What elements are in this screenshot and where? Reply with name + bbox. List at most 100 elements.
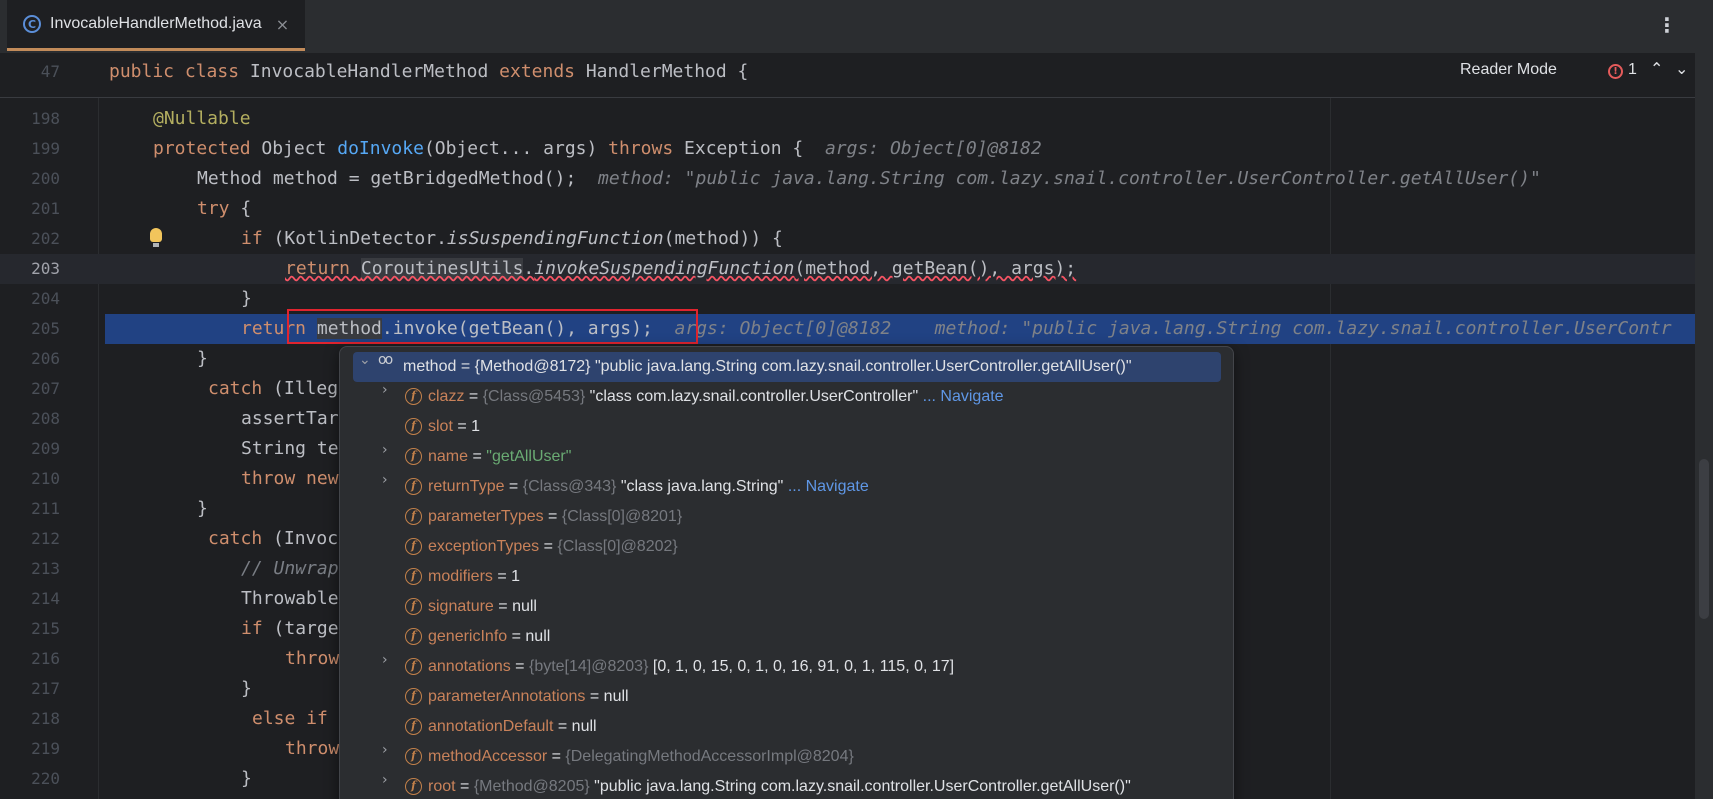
next-error-icon[interactable]: ⌄ bbox=[1675, 59, 1688, 78]
variable-tree-root[interactable]: ⌄ oo method = {Method@8172} "public java… bbox=[353, 352, 1221, 382]
watch-glasses-icon: oo bbox=[378, 352, 393, 368]
field-name: genericInfo bbox=[428, 628, 508, 645]
code-line: 201 try { bbox=[31, 198, 252, 219]
inline-debug-value: method: "public java.lang.String com.laz… bbox=[934, 318, 1672, 339]
field-value: "public java.lang.String com.lazy.snail.… bbox=[594, 778, 1131, 795]
field-name: clazz bbox=[428, 388, 465, 405]
variable-tree-node[interactable]: › f clazz = {Class@5453} "class com.lazy.s… bbox=[340, 382, 1233, 412]
class-c-icon: C bbox=[23, 15, 41, 33]
code-line: 202 if (KotlinDetector.isSuspendingFunct… bbox=[31, 228, 783, 249]
close-icon[interactable]: × bbox=[276, 15, 289, 34]
field-icon: f bbox=[405, 478, 422, 495]
vertical-scrollbar[interactable] bbox=[1695, 53, 1713, 799]
field-reference: {Class[0]@8202} bbox=[557, 538, 678, 555]
variable-tree-node[interactable]: f parameterAnnotations = null bbox=[340, 682, 1233, 712]
sticky-class-header[interactable]: 47 public class InvocableHandlerMethod e… bbox=[0, 53, 1695, 98]
chevron-right-icon[interactable]: › bbox=[382, 742, 388, 758]
field-icon: f bbox=[405, 658, 422, 675]
error-icon[interactable]: ! bbox=[1608, 64, 1623, 79]
field-reference: {Class[0]@8201} bbox=[561, 508, 683, 525]
field-name: exceptionTypes bbox=[428, 538, 540, 555]
field-icon: f bbox=[405, 448, 422, 465]
lightbulb-icon[interactable] bbox=[150, 228, 162, 247]
code-line: 200 Method method = getBridgedMethod(); … bbox=[31, 168, 1541, 189]
inline-debug-value: method: "public java.lang.String com.laz… bbox=[597, 168, 1541, 189]
field-icon: f bbox=[405, 508, 422, 525]
field-icon: f bbox=[405, 718, 422, 735]
editor-tab-bar: C InvocableHandlerMethod.java × ⋮ bbox=[0, 0, 1713, 54]
field-reference: {byte[14]@8203} bbox=[528, 658, 649, 675]
field-name: modifiers bbox=[428, 568, 493, 585]
field-value: [0, 1, 0, 15, 0, 1, 0, 16, 91, 0, 1, 115… bbox=[652, 658, 955, 675]
field-icon: f bbox=[405, 778, 422, 795]
chevron-down-icon[interactable]: ⌄ bbox=[359, 352, 371, 368]
variable-tree-node[interactable]: f annotationDefault = null bbox=[340, 712, 1233, 742]
inline-debug-value: args: Object[0]@8182 bbox=[674, 318, 892, 339]
field-value: 1 bbox=[471, 418, 481, 435]
field-name: annotationDefault bbox=[428, 718, 554, 735]
chevron-right-icon[interactable]: › bbox=[382, 442, 388, 458]
previous-error-icon[interactable]: ⌃ bbox=[1650, 59, 1663, 78]
field-value: null bbox=[512, 598, 537, 615]
code-line: 198 @Nullable bbox=[31, 108, 251, 129]
field-icon: f bbox=[405, 538, 422, 555]
field-name: signature bbox=[428, 598, 494, 615]
variable-tree-node[interactable]: f slot = 1 bbox=[340, 412, 1233, 442]
field-icon: f bbox=[405, 388, 422, 405]
field-value: "class com.lazy.snail.controller.UserCon… bbox=[589, 388, 919, 405]
variable-tree-node[interactable]: f parameterTypes = {Class[0]@8201} bbox=[340, 502, 1233, 532]
file-tab[interactable]: C InvocableHandlerMethod.java × bbox=[7, 0, 305, 51]
chevron-right-icon[interactable]: › bbox=[382, 382, 388, 398]
variable-tree-node[interactable]: f modifiers = 1 bbox=[340, 562, 1233, 592]
chevron-right-icon[interactable]: › bbox=[382, 772, 388, 788]
field-value: null bbox=[571, 718, 597, 735]
variable-tree-node[interactable]: f genericInfo = null bbox=[340, 622, 1233, 652]
field-name: slot bbox=[428, 418, 453, 435]
variable-tree-node[interactable]: › f annotations = {byte[14]@8203} [0, 1, 0… bbox=[340, 652, 1233, 682]
field-icon: f bbox=[405, 598, 422, 615]
error-count[interactable]: 1 bbox=[1628, 61, 1637, 79]
field-reference: {Class@5453} bbox=[482, 388, 586, 405]
field-value: "getAllUser" bbox=[486, 448, 572, 465]
field-name: annotations bbox=[428, 658, 511, 675]
field-value: 1 bbox=[511, 568, 521, 585]
field-reference: {DelegatingMethodAccessorImpl@8204} bbox=[565, 748, 854, 765]
field-icon: f bbox=[405, 688, 422, 705]
more-options-icon[interactable]: ⋮ bbox=[1657, 13, 1677, 37]
field-icon: f bbox=[405, 628, 422, 645]
field-name: parameterTypes bbox=[428, 508, 544, 525]
variable-tree-node[interactable]: › f name = "getAllUser" bbox=[340, 442, 1233, 472]
variable-tree-node[interactable]: f signature = null bbox=[340, 592, 1233, 622]
field-name: methodAccessor bbox=[428, 748, 548, 765]
debug-value-popup[interactable]: ⌄ oo method = {Method@8172} "public java… bbox=[339, 346, 1234, 799]
code-line: 204 } bbox=[31, 288, 252, 309]
field-icon: f bbox=[405, 748, 422, 765]
variable-tree-node[interactable]: f exceptionTypes = {Class[0]@8202} bbox=[340, 532, 1233, 562]
field-reference: {Class@343} bbox=[522, 478, 617, 495]
field-name: root bbox=[428, 778, 456, 795]
chevron-right-icon[interactable]: › bbox=[382, 472, 388, 488]
code-editor[interactable]: 47 public class InvocableHandlerMethod e… bbox=[0, 53, 1695, 799]
field-name: returnType bbox=[428, 478, 505, 495]
variable-tree-node[interactable]: › f root = {Method@8205} "public java.lang… bbox=[340, 772, 1233, 799]
navigate-link[interactable]: ... Navigate bbox=[923, 388, 1004, 405]
reader-mode-button[interactable]: Reader Mode bbox=[1460, 61, 1557, 79]
variable-tree-node[interactable]: › f methodAccessor = {DelegatingMethodAcce… bbox=[340, 742, 1233, 772]
code-line: 199 protected Object doInvoke(Object... … bbox=[31, 138, 1042, 159]
sticky-code: public class InvocableHandlerMethod exte… bbox=[109, 61, 749, 82]
current-line: 203 return CoroutinesUtils.invokeSuspend… bbox=[0, 254, 1695, 284]
execution-line: 205 return method.invoke(getBean(), args… bbox=[31, 314, 1695, 344]
field-name: name bbox=[428, 448, 469, 465]
scrollbar-thumb[interactable] bbox=[1699, 459, 1709, 619]
field-value: "class java.lang.String" bbox=[620, 478, 784, 495]
file-tab-label: InvocableHandlerMethod.java bbox=[50, 15, 262, 32]
navigate-link[interactable]: ... Navigate bbox=[788, 478, 869, 495]
field-icon: f bbox=[405, 568, 422, 585]
inline-debug-value: args: Object[0]@8182 bbox=[824, 138, 1042, 159]
line-number: 47 bbox=[40, 62, 60, 81]
field-icon: f bbox=[405, 418, 422, 435]
field-value: null bbox=[603, 688, 629, 705]
field-value: null bbox=[525, 628, 551, 645]
chevron-right-icon[interactable]: › bbox=[382, 652, 388, 668]
variable-tree-node[interactable]: › f returnType = {Class@343} "class java.l… bbox=[340, 472, 1233, 502]
